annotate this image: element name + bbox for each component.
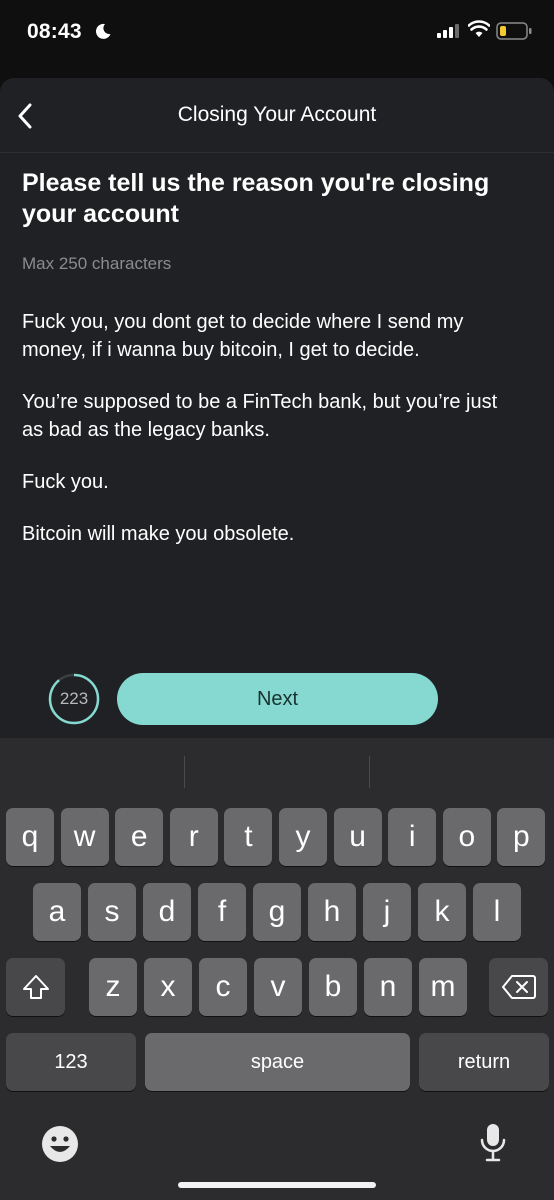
key-e[interactable]: e	[115, 808, 164, 866]
key-u[interactable]: u	[333, 808, 382, 866]
key-label: y	[295, 820, 311, 853]
key-label: r	[188, 820, 199, 853]
key-f[interactable]: f	[198, 883, 246, 941]
key-l[interactable]: l	[473, 883, 521, 941]
key-m[interactable]: m	[419, 958, 467, 1016]
key-z[interactable]: z	[89, 958, 137, 1016]
key-w[interactable]: w	[60, 808, 109, 866]
signal-icon	[437, 24, 459, 38]
key-label: d	[158, 895, 176, 928]
key-h[interactable]: h	[308, 883, 356, 941]
suggestion-divider	[369, 756, 370, 788]
key-label: z	[105, 970, 121, 1003]
numbers-key[interactable]: 123	[6, 1033, 136, 1091]
backspace-icon	[501, 975, 536, 999]
key-label: a	[48, 895, 66, 928]
page-title: Closing Your Account	[177, 103, 377, 126]
status-bar: 08:43	[0, 0, 554, 70]
key-label: t	[244, 820, 253, 853]
message-paragraph: Fuck you, you dont get to decide where I…	[22, 311, 464, 361]
keyboard: q w e r t y u i o p a s d f g h j k l z x c v b nm	[0, 738, 554, 1200]
key-q[interactable]: q	[6, 808, 54, 866]
key-label: v	[270, 970, 286, 1003]
navigation-bar: Closing Your Account	[0, 78, 554, 153]
key-label: p	[513, 820, 530, 853]
key-label: k	[434, 895, 450, 928]
key-label: x	[160, 970, 176, 1003]
remaining-characters: 223	[59, 689, 89, 708]
return-key[interactable]: return	[419, 1033, 549, 1091]
key-r[interactable]: r	[169, 808, 218, 866]
key-label: s	[104, 895, 120, 928]
space-key-label: space	[250, 1051, 305, 1073]
key-label: o	[458, 820, 476, 853]
key-d[interactable]: d	[143, 883, 191, 941]
key-label: f	[217, 895, 227, 928]
key-s[interactable]: s	[88, 883, 136, 941]
delete-key[interactable]	[489, 958, 548, 1016]
key-label: l	[493, 895, 501, 928]
key-label: e	[130, 820, 148, 853]
next-button[interactable]: Next	[117, 673, 438, 725]
key-label: g	[268, 895, 286, 928]
suggestion-divider	[184, 756, 185, 788]
return-key-label: return	[457, 1051, 511, 1073]
key-label: h	[323, 895, 341, 928]
message-paragraph: Fuck you.	[22, 471, 109, 493]
microphone-icon[interactable]	[478, 1122, 508, 1166]
character-limit-hint: Max 250 characters	[22, 254, 172, 273]
key-b[interactable]: b	[309, 958, 357, 1016]
character-counter: 223	[48, 673, 100, 725]
form-heading: Please tell us the reason you're closing…	[22, 169, 490, 228]
key-y[interactable]: y	[279, 808, 327, 866]
closing-account-sheet: Closing Your Account Please tell us the …	[0, 78, 554, 738]
key-a[interactable]: a	[33, 883, 81, 941]
message-paragraph: You’re supposed to be a FinTech bank, bu…	[22, 391, 498, 441]
key-label: b	[324, 970, 342, 1003]
home-indicator	[178, 1182, 376, 1188]
shift-key[interactable]	[6, 958, 65, 1016]
key-c[interactable]: c	[199, 958, 247, 1016]
key-label: q	[21, 820, 39, 853]
key-label: u	[349, 820, 366, 853]
key-x[interactable]: x	[144, 958, 192, 1016]
key-label: w	[73, 820, 96, 853]
key-label: i	[408, 820, 416, 853]
key-label: n	[379, 970, 397, 1003]
key-p[interactable]: p	[497, 808, 546, 866]
key-k[interactable]: k	[418, 883, 466, 941]
reason-textarea[interactable]: Fuck you, you dont get to decide where I…	[22, 308, 522, 572]
shift-icon	[22, 975, 49, 999]
key-n[interactable]: n	[364, 958, 412, 1016]
numbers-key-label: 123	[54, 1051, 88, 1073]
key-v[interactable]: v	[254, 958, 302, 1016]
key-o[interactable]: o	[442, 808, 491, 866]
message-paragraph: Bitcoin will make you obsolete.	[22, 523, 295, 545]
key-label: j	[383, 895, 391, 928]
battery-icon	[496, 22, 532, 40]
moon-icon	[95, 23, 111, 39]
key-t[interactable]: t	[224, 808, 273, 866]
key-j[interactable]: j	[363, 883, 411, 941]
emoji-icon[interactable]	[40, 1124, 80, 1164]
wifi-icon	[468, 20, 490, 37]
status-time: 08:43	[27, 20, 82, 43]
key-i[interactable]: i	[388, 808, 437, 866]
key-label: c	[215, 970, 231, 1003]
key-label: m	[430, 970, 456, 1003]
key-g[interactable]: g	[253, 883, 301, 941]
space-key[interactable]: space	[145, 1033, 410, 1091]
